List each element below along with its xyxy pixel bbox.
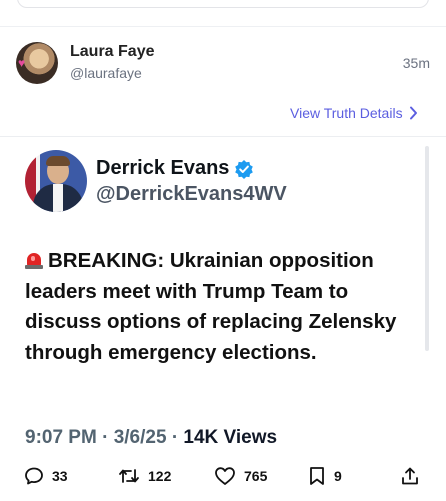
tweet-time: 9:07 PM — [25, 427, 97, 448]
meta-separator: · — [171, 427, 179, 448]
scrollbar[interactable] — [425, 146, 429, 351]
like-count: 765 — [244, 468, 268, 484]
search-input[interactable] — [17, 0, 429, 8]
bookmark-button[interactable]: 9 — [308, 466, 342, 486]
siren-icon — [25, 251, 43, 269]
tweet-author-avatar[interactable] — [25, 150, 87, 212]
heart-icon: ♥ — [18, 56, 26, 70]
meta-separator: · — [102, 427, 109, 448]
view-truth-details-link[interactable]: View Truth Details — [290, 105, 418, 121]
like-button[interactable]: 765 — [214, 466, 267, 486]
tweet-author-handle[interactable]: @DerrickEvans4WV — [96, 183, 287, 206]
reply-icon — [25, 467, 43, 485]
post-time: 35m — [402, 55, 430, 71]
reply-count: 33 — [52, 468, 68, 484]
tweet-meta: 9:07 PM · 3/6/25 · 14K Views — [25, 427, 277, 449]
share-button[interactable] — [400, 466, 428, 486]
tweet-author-name[interactable]: Derrick Evans — [96, 157, 254, 180]
bookmark-icon — [310, 467, 324, 485]
author-name[interactable]: Laura Faye — [70, 43, 154, 61]
verified-icon — [235, 159, 254, 179]
bookmark-count: 9 — [334, 468, 342, 484]
tweet-text: BREAKING: Ukrainian opposition leaders m… — [25, 246, 420, 368]
reply-button[interactable]: 33 — [24, 466, 68, 486]
retweet-button[interactable]: 122 — [118, 466, 171, 486]
view-truth-details-label: View Truth Details — [290, 105, 403, 121]
like-icon — [215, 467, 235, 485]
action-bar: 33 122 765 9 — [24, 466, 424, 492]
tweet-body: BREAKING: Ukrainian opposition leaders m… — [25, 249, 397, 364]
author-handle[interactable]: @laurafaye — [70, 65, 142, 81]
chevron-right-icon — [409, 106, 417, 120]
divider — [0, 26, 446, 27]
retweet-count: 122 — [148, 468, 172, 484]
tweet-views[interactable]: 14K Views — [183, 427, 277, 448]
tweet-date: 3/6/25 — [113, 427, 167, 448]
tweet-author-name-text: Derrick Evans — [96, 157, 230, 179]
retweet-icon — [119, 469, 139, 483]
share-icon — [402, 467, 418, 485]
author-avatar[interactable]: ♥ — [16, 42, 58, 84]
